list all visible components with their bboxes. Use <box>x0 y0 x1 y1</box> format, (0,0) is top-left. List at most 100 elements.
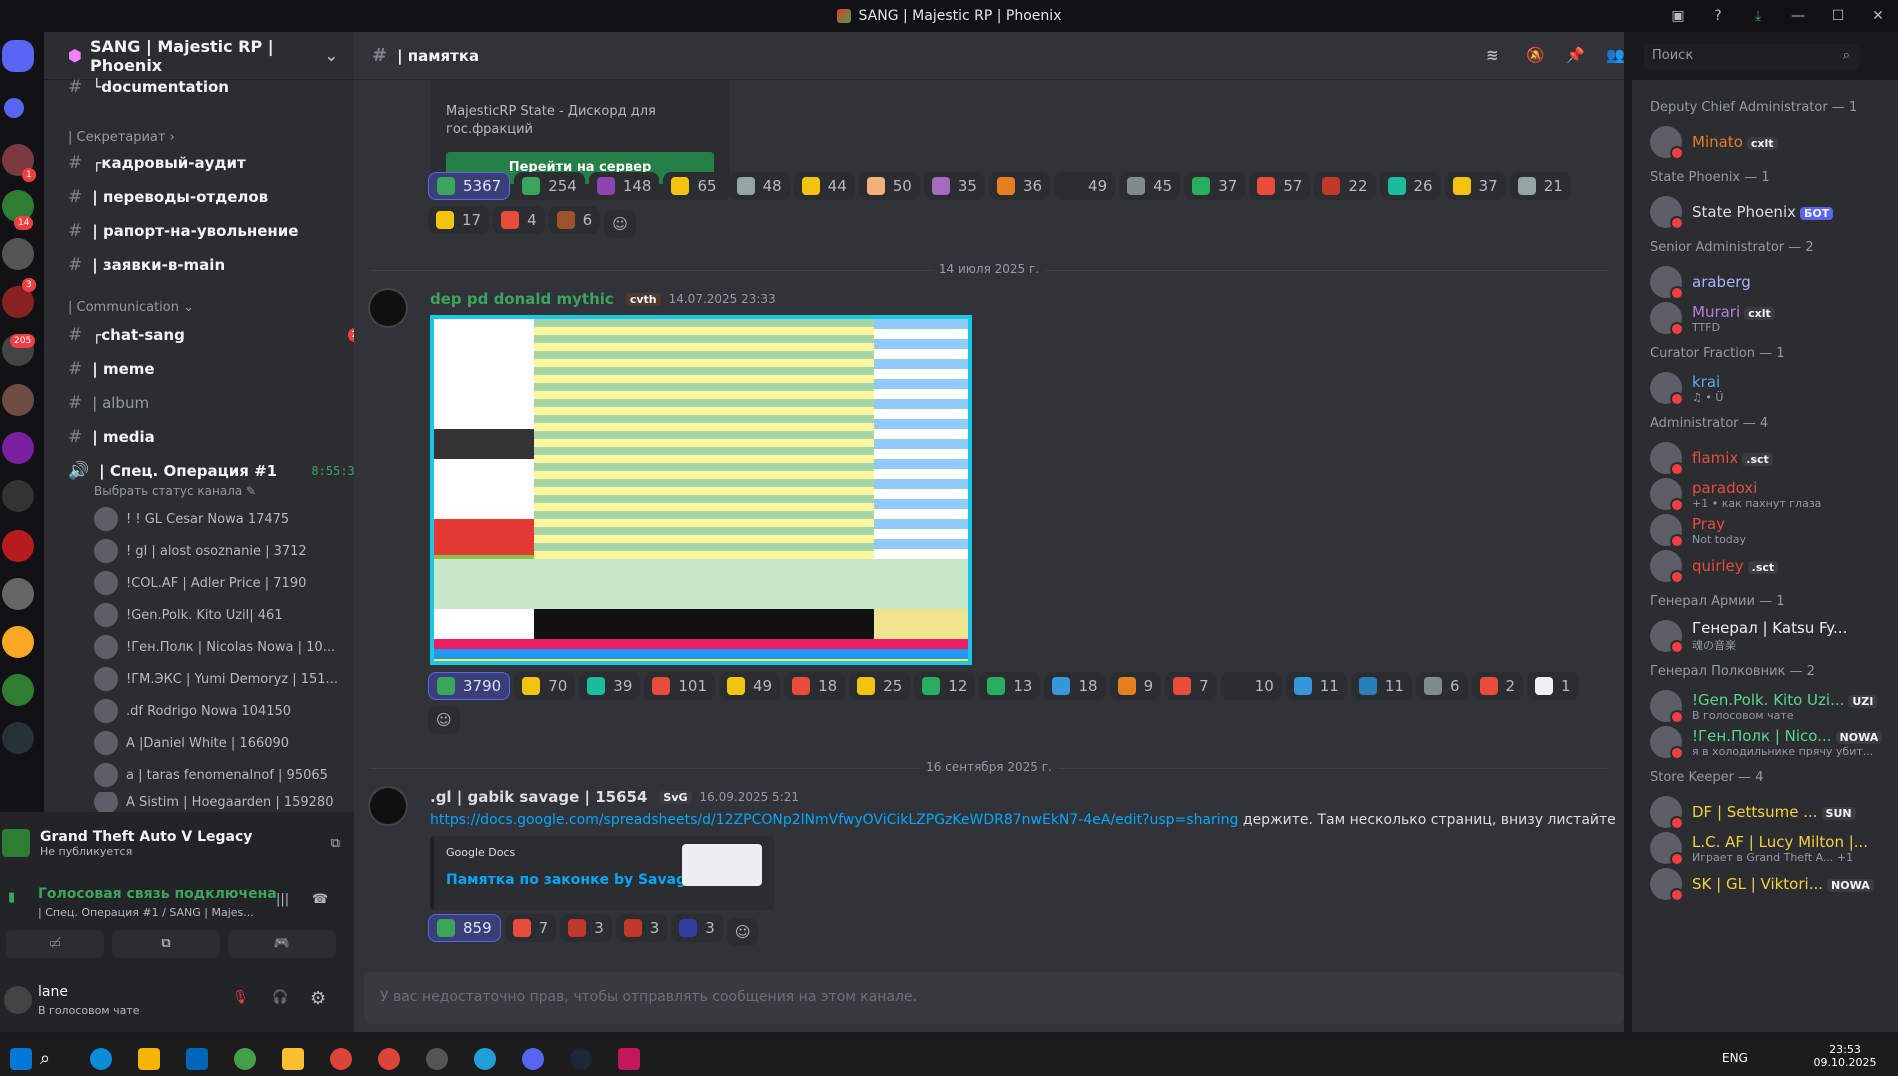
attached-image[interactable] <box>430 315 972 665</box>
voice-user[interactable]: A Sistim | Hoegaarden | 159280 <box>94 792 384 812</box>
channel-album[interactable]: # | album <box>68 390 149 416</box>
threads-icon[interactable]: ≋ <box>1486 46 1499 64</box>
clock[interactable]: 23:53 09.10.2025 <box>1810 1043 1880 1069</box>
edge-icon[interactable] <box>90 1048 112 1070</box>
start-icon[interactable] <box>10 1048 32 1070</box>
member-item[interactable]: quirley .sct <box>1650 546 1890 586</box>
signal-icon[interactable]: ▮ <box>8 890 15 905</box>
reaction-button[interactable]: 3 <box>671 914 723 942</box>
member-item[interactable]: flamix .sct <box>1650 438 1890 478</box>
reaction-button[interactable]: 859 <box>428 914 501 942</box>
doc-link[interactable]: https://docs.google.com/spreadsheets/d/1… <box>430 812 1238 828</box>
author-name[interactable]: dep pd donald mythic <box>430 290 614 308</box>
member-item[interactable]: State Phoenix БОТ <box>1650 192 1890 232</box>
avatar[interactable] <box>368 786 408 826</box>
server-icon[interactable] <box>2 578 34 610</box>
reaction-button[interactable]: 6 <box>1415 672 1468 700</box>
embed-title[interactable]: Памятка по законке by Savage <box>446 872 696 888</box>
discord-home-icon[interactable] <box>2 40 34 72</box>
search-input[interactable]: Поиск ⌕ <box>1644 44 1858 70</box>
direct-messages-icon[interactable] <box>4 98 24 118</box>
reaction-button[interactable]: 148 <box>588 172 660 200</box>
server-icon[interactable] <box>2 626 34 658</box>
maximize-button[interactable]: ☐ <box>1818 8 1858 24</box>
member-item[interactable]: Pray Not today <box>1650 510 1890 550</box>
reaction-button[interactable]: 48 <box>728 172 790 200</box>
app-icon[interactable] <box>618 1048 640 1070</box>
add-reaction-icon[interactable]: ☺ <box>428 706 460 734</box>
voice-channel-spec-op[interactable]: 🔊 | Спец. Операция #1 8:55:31 <box>68 458 368 484</box>
channel-raport[interactable]: # | рапорт-на-увольнение <box>68 218 298 244</box>
voice-user[interactable]: .df Rodrigo Nowa 104150⊘ <box>94 698 384 724</box>
language-indicator[interactable]: ENG <box>1722 1051 1748 1065</box>
reaction-button[interactable]: 17 <box>428 206 490 234</box>
reaction-button[interactable]: 39 <box>579 672 641 700</box>
voice-user[interactable]: !Gen.Polk. Kito Uzil| 461 <box>94 602 384 628</box>
avatar[interactable] <box>368 288 408 328</box>
server-icon[interactable] <box>2 480 34 512</box>
reaction-button[interactable]: 7 <box>504 914 557 942</box>
chrome-icon[interactable] <box>378 1048 400 1070</box>
reaction-button[interactable]: 25 <box>849 672 911 700</box>
reaction-button[interactable]: 37 <box>1184 172 1246 200</box>
embed-thumbnail[interactable] <box>682 844 762 886</box>
add-reaction-icon[interactable]: ☺ <box>726 918 759 946</box>
discord-taskbar-icon[interactable] <box>522 1048 544 1070</box>
member-item[interactable]: Генерал | Katsu Fy... 魂の音楽 <box>1650 616 1890 656</box>
camera-off-button[interactable]: ▭̸ <box>6 930 104 958</box>
reaction-button[interactable]: 9 <box>1109 672 1162 700</box>
mic-muted-icon[interactable]: 🎙 <box>232 990 249 1005</box>
channel-chat-sang[interactable]: #┌chat-sang2 <box>68 322 368 348</box>
channel-documentation[interactable]: # └documentation <box>68 74 229 100</box>
voice-user[interactable]: a | taras fenomenalnof | 95065⊘ <box>94 762 384 788</box>
category-secretariat[interactable]: | Секретариат › <box>68 130 175 145</box>
member-item[interactable]: !Gen.Polk. Kito Uzi... UZI В голосовом чат… <box>1650 686 1890 726</box>
close-button[interactable]: ✕ <box>1858 8 1898 24</box>
channel-meme[interactable]: # | meme <box>68 356 155 382</box>
headphones-icon[interactable]: 🎧 <box>272 990 288 1005</box>
app-icon[interactable] <box>234 1048 256 1070</box>
reaction-button[interactable]: 37 <box>1444 172 1506 200</box>
member-list-icon[interactable]: 👥 <box>1606 46 1625 64</box>
reaction-button[interactable]: 1 <box>1527 672 1579 700</box>
server-icon[interactable] <box>2 238 34 270</box>
reaction-button[interactable]: 57 <box>1249 172 1311 200</box>
member-item[interactable]: krai ♫ • Ü <box>1650 368 1890 408</box>
server-icon[interactable] <box>2 384 34 416</box>
channel-perevody-otdelov[interactable]: # | переводы-отделов <box>68 184 268 210</box>
voice-channel-path[interactable]: | Спец. Операция #1 / SANG | Majes... <box>38 906 254 919</box>
reaction-button[interactable]: 70 <box>514 672 576 700</box>
reaction-button[interactable]: 45 <box>1119 172 1181 200</box>
author-name[interactable]: .gl | gabik savage | 15654 <box>430 788 647 806</box>
pin-icon[interactable]: 📌 <box>1566 46 1585 64</box>
screen-share-button[interactable]: ⧉ <box>112 930 220 958</box>
explorer-icon[interactable] <box>138 1048 160 1070</box>
help-icon[interactable]: ? <box>1698 8 1738 24</box>
member-item[interactable]: !Ген.Полк | Nico... NOWA я в холодильнике … <box>1650 722 1890 762</box>
server-icon[interactable] <box>2 530 34 562</box>
reaction-button[interactable]: 65 <box>663 172 725 200</box>
reaction-button[interactable]: 4 <box>493 206 545 234</box>
chrome-icon[interactable] <box>330 1048 352 1070</box>
reaction-button[interactable]: 12 <box>914 672 976 700</box>
reaction-button[interactable]: 44 <box>793 172 855 200</box>
member-item[interactable]: araberg <box>1650 262 1890 302</box>
reaction-button[interactable]: 26 <box>1379 172 1441 200</box>
avatar[interactable] <box>4 986 32 1014</box>
voice-user[interactable]: ! gl | alost osoznanie | 3712⊘ <box>94 538 384 564</box>
reaction-button[interactable]: 18 <box>784 672 846 700</box>
reaction-button[interactable]: 3 <box>615 914 668 942</box>
member-item[interactable]: L.C. AF | Lucy Milton |... Играет в Grand… <box>1650 828 1890 868</box>
settings-gear-icon[interactable]: ⚙ <box>310 988 326 1009</box>
telegram-icon[interactable] <box>474 1048 496 1070</box>
reaction-button[interactable]: 101 <box>644 672 716 700</box>
server-icon[interactable] <box>2 432 34 464</box>
voice-user[interactable]: !ГМ.ЭКС | Yumi Demoryz | 151...⊘ <box>94 666 384 692</box>
member-item[interactable]: Murari cxlt TTFD <box>1650 298 1890 338</box>
channel-kadroviy-audit[interactable]: # ┌кадровый-аудит <box>68 150 246 176</box>
notification-bell-icon[interactable]: 🔕 <box>1526 46 1545 64</box>
voice-user[interactable]: !Ген.Полк | Nicolas Nowa | 10...⊘ <box>94 634 384 660</box>
activity-card[interactable]: Grand Theft Auto V Legacy Не публикуется… <box>0 820 354 866</box>
reaction-button[interactable]: 2 <box>1471 672 1524 700</box>
channel-zayavki[interactable]: # | заявки-в-main <box>68 252 225 278</box>
